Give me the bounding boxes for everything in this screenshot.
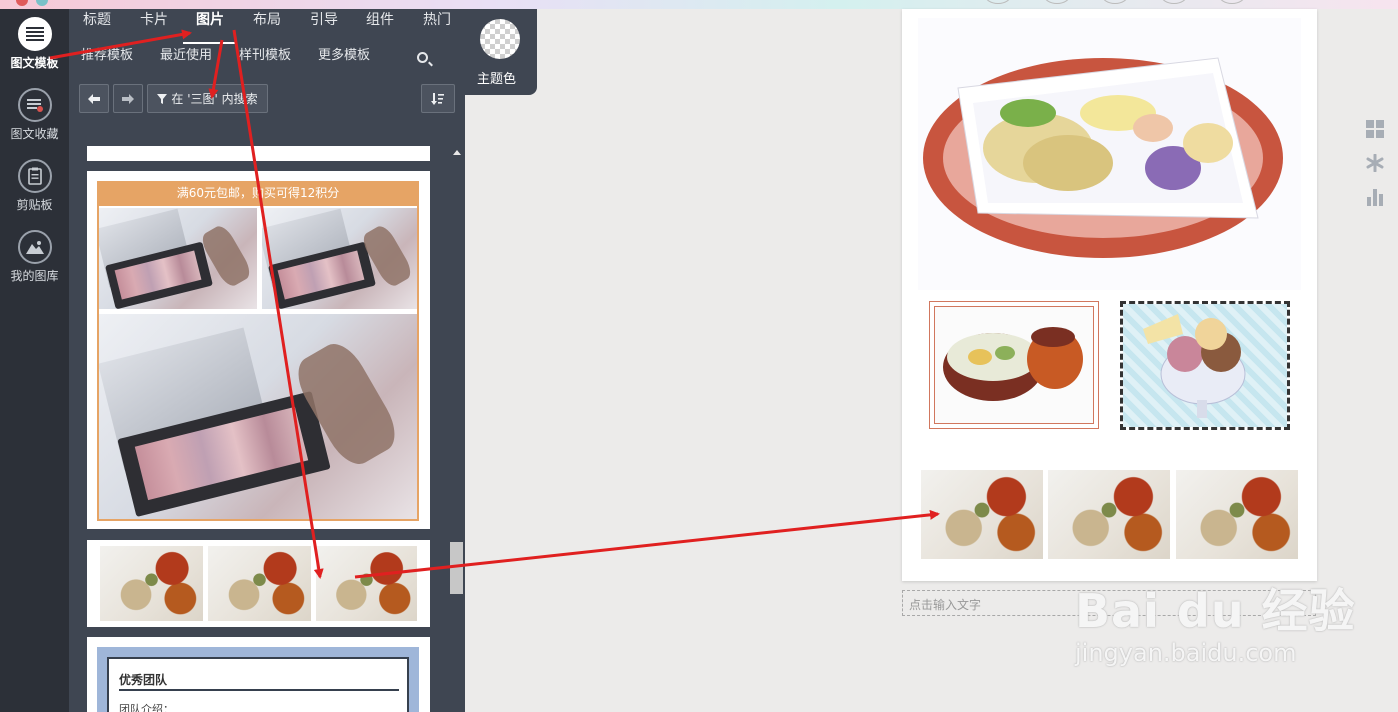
rail-item-templates[interactable]: 图文模板 [0, 17, 69, 71]
tempura-image[interactable] [918, 18, 1301, 290]
arrow-left-icon [88, 93, 100, 104]
spice-image[interactable] [1176, 470, 1298, 559]
watermark-url: jingyan.baidu.com [1075, 639, 1297, 667]
subtab-recent[interactable]: 最近使用 [160, 44, 212, 63]
tab-image[interactable]: 图片 [196, 9, 224, 29]
tab-guide[interactable]: 引导 [310, 9, 338, 29]
theme-color-label: 主题色 [477, 72, 517, 87]
rail-item-label: 剪贴板 [16, 198, 53, 212]
team-intro: 团队介绍： [119, 703, 174, 712]
watermark-brand: Bai du 经验 [1075, 584, 1356, 638]
tab-component[interactable]: 组件 [366, 9, 394, 29]
spice-image [208, 546, 311, 621]
rail-item-label: 图文模板 [10, 56, 59, 70]
soup-bowl-image[interactable] [929, 301, 1099, 429]
rail-item-favorites[interactable]: 图文收藏 [0, 88, 69, 142]
spice-image[interactable] [921, 470, 1043, 559]
spice-image[interactable] [1048, 470, 1170, 559]
filter-icon [157, 93, 168, 104]
window-top-strip [0, 0, 1398, 9]
template-card[interactable] [87, 540, 430, 627]
asterisk-icon[interactable] [1366, 153, 1384, 173]
template-card[interactable]: 满60元包邮，购买可得12积分 [87, 171, 430, 529]
filter-search-label: 在 '三图' 内搜索 [171, 92, 258, 106]
rail-item-gallery[interactable]: 我的图库 [0, 230, 69, 284]
palette-image-large [99, 314, 417, 519]
rail-item-clipboard[interactable]: 剪贴板 [0, 159, 69, 213]
subtab-sample[interactable]: 样刊模板 [239, 44, 291, 63]
template-list: 满60元包邮，购买可得12积分 优秀团队 团队介绍： [79, 135, 449, 712]
team-divider [119, 689, 399, 691]
filter-search-button[interactable]: 在 '三图' 内搜索 [147, 84, 268, 113]
subtab-recommended[interactable]: 推荐模板 [81, 44, 133, 63]
palette-image [99, 208, 257, 309]
scroll-thumb[interactable] [450, 542, 463, 594]
template-card[interactable]: 优秀团队 团队介绍： [87, 637, 430, 712]
clipboard-icon [17, 159, 52, 193]
rail-item-label: 图文收藏 [10, 127, 59, 141]
tab-popular[interactable]: 热门 [423, 9, 451, 29]
bar-chart-icon[interactable] [1366, 188, 1384, 206]
team-title: 优秀团队 [119, 673, 168, 687]
arrow-right-icon [122, 93, 134, 104]
spice-image [316, 546, 417, 621]
search-icon[interactable] [417, 52, 428, 63]
scroll-up-arrow-icon[interactable] [453, 150, 461, 155]
ice-cream-image[interactable] [1120, 301, 1290, 430]
tab-layout[interactable]: 布局 [253, 9, 281, 29]
image-library-icon [17, 230, 52, 264]
editor-canvas[interactable] [902, 9, 1317, 581]
forward-button[interactable] [113, 84, 143, 113]
tab-title[interactable]: 标题 [83, 9, 111, 29]
promo-banner: 满60元包邮，购买可得12积分 [97, 181, 419, 206]
panel-scrollbar[interactable] [449, 145, 465, 712]
list-icon [17, 17, 52, 51]
grid-icon[interactable] [1366, 120, 1384, 138]
sort-icon [431, 92, 444, 105]
rail-item-label: 我的图库 [10, 269, 59, 283]
left-rail: 图文模板 图文收藏 剪贴板 我的图库 [0, 9, 69, 712]
theme-color-swatch[interactable] [480, 19, 520, 59]
team-card-bg: 优秀团队 团队介绍： [97, 647, 419, 712]
sort-button[interactable] [421, 84, 455, 113]
template-card[interactable] [87, 146, 430, 161]
spice-image [100, 546, 203, 621]
favorites-icon [17, 88, 52, 122]
subtab-more[interactable]: 更多模板 [318, 44, 370, 63]
tab-card[interactable]: 卡片 [140, 9, 168, 29]
back-button[interactable] [79, 84, 109, 113]
palette-image [262, 208, 417, 309]
team-card-inner: 优秀团队 团队介绍： [107, 657, 409, 712]
watermark: Bai du 经验 jingyan.baidu.com [1075, 575, 1356, 667]
